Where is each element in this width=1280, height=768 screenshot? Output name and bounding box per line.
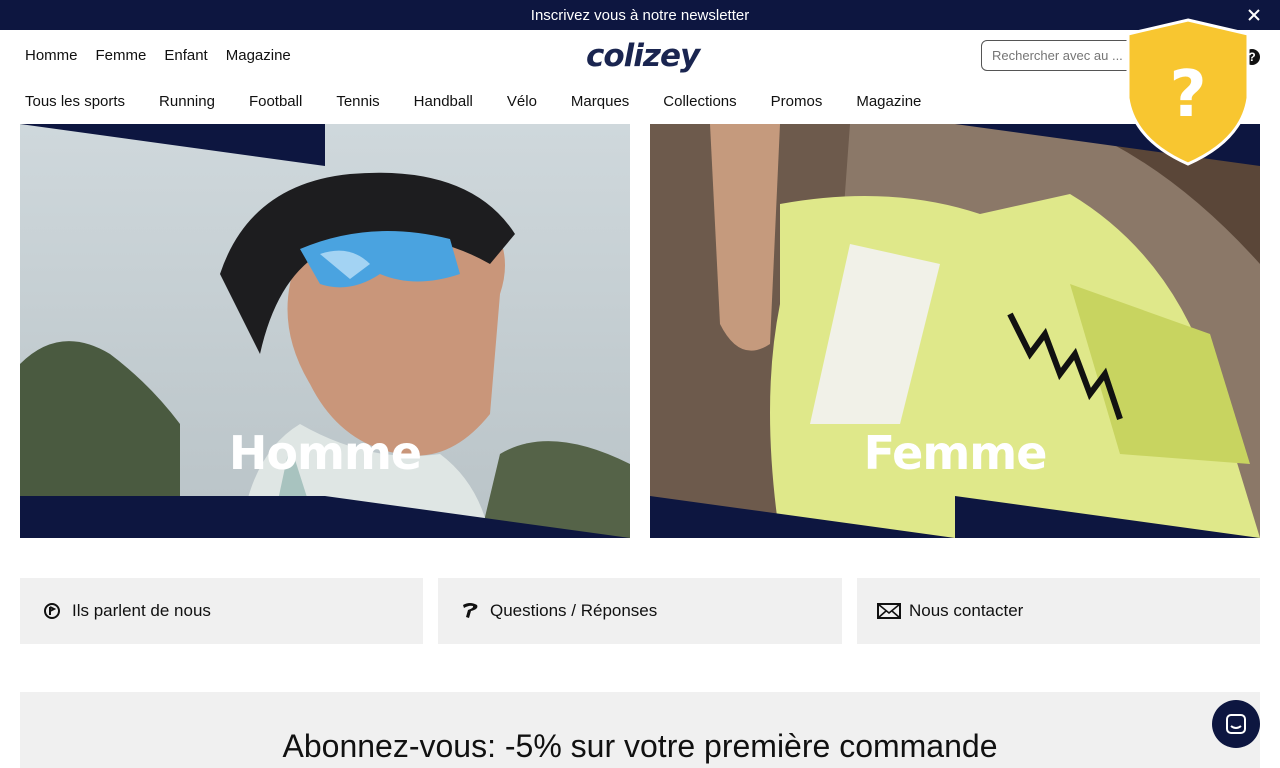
sport-nav-item[interactable]: Handball xyxy=(414,93,473,110)
card-title-homme[interactable]: Homme xyxy=(20,426,630,480)
colizey-logo[interactable]: colizey xyxy=(586,38,700,74)
sport-nav-item[interactable]: Vélo xyxy=(507,93,537,110)
sport-nav-item[interactable]: Tous les sports xyxy=(25,93,125,110)
site-header: Homme Femme Enfant Magazine colizey ? To… xyxy=(0,30,1280,124)
sport-nav-item[interactable]: Running xyxy=(159,93,215,110)
press-icon xyxy=(44,603,60,619)
info-tile-label[interactable]: Questions / Réponses xyxy=(490,601,657,621)
nav-magazine[interactable]: Magazine xyxy=(226,47,291,64)
gender-nav: Homme Femme Enfant Magazine xyxy=(25,47,291,64)
svg-text:?: ? xyxy=(1169,58,1206,132)
chat-icon xyxy=(1226,714,1246,734)
announcement-text[interactable]: Inscrivez vous à notre newsletter xyxy=(531,7,749,24)
info-tile-faq[interactable]: Questions / Réponses xyxy=(438,578,842,644)
question-icon xyxy=(463,603,478,618)
card-title-femme[interactable]: Femme xyxy=(650,426,1260,480)
sport-nav: Tous les sports Running Football Tennis … xyxy=(25,93,955,110)
mail-icon xyxy=(877,603,901,619)
newsletter-section: Abonnez-vous: -5% sur votre première com… xyxy=(20,692,1260,768)
sport-nav-item[interactable]: Collections xyxy=(663,93,736,110)
sport-nav-item[interactable]: Football xyxy=(249,93,302,110)
info-tile-label[interactable]: Ils parlent de nous xyxy=(72,601,211,621)
nav-enfant[interactable]: Enfant xyxy=(164,47,207,64)
shield-help-icon[interactable]: ? xyxy=(1124,18,1252,166)
newsletter-heading: Abonnez-vous: -5% sur votre première com… xyxy=(282,728,998,764)
sport-nav-item[interactable]: Magazine xyxy=(856,93,921,110)
info-tile-contact[interactable]: Nous contacter xyxy=(857,578,1260,644)
sport-nav-item[interactable]: Promos xyxy=(771,93,823,110)
chat-button[interactable] xyxy=(1212,700,1260,748)
nav-homme[interactable]: Homme xyxy=(25,47,78,64)
info-tile-label[interactable]: Nous contacter xyxy=(909,601,1023,621)
homme-category-card[interactable]: Homme xyxy=(20,124,630,538)
newsletter-announcement-bar[interactable]: Inscrivez vous à notre newsletter xyxy=(0,0,1280,30)
femme-category-card[interactable]: Femme xyxy=(650,124,1260,538)
sport-nav-item[interactable]: Marques xyxy=(571,93,629,110)
info-tile-press[interactable]: Ils parlent de nous xyxy=(20,578,423,644)
sport-nav-item[interactable]: Tennis xyxy=(336,93,379,110)
nav-femme[interactable]: Femme xyxy=(96,47,147,64)
